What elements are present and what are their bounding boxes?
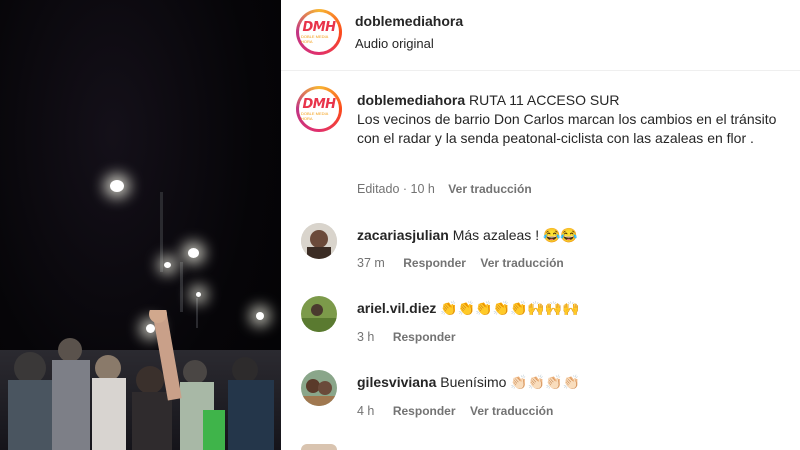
avatar[interactable]: [301, 223, 337, 259]
avatar-image: [301, 370, 337, 406]
comment-time: 37 m: [357, 256, 385, 270]
comment-body: 👏👏👏👏👏🙌🙌🙌: [440, 300, 580, 316]
comment-text: zacariasjulian Más azaleas ! 😂😂: [357, 227, 578, 244]
translate-link[interactable]: Ver traducción: [480, 256, 563, 270]
avatar[interactable]: [301, 296, 337, 332]
logo-text: DMH: [302, 20, 336, 35]
caption-meta: Editado · 10 h Ver traducción: [357, 180, 532, 198]
street-light: [188, 248, 199, 258]
translate-link[interactable]: Ver traducción: [448, 182, 531, 196]
comment-body: Más azaleas ! 😂😂: [452, 227, 578, 243]
reply-button[interactable]: Responder: [393, 330, 456, 344]
caption-title: RUTA 11 ACCESO SUR: [469, 92, 620, 108]
avatar-image: [301, 296, 337, 332]
comment-meta: 4 h Responder Ver traducción: [357, 402, 553, 420]
avatar[interactable]: DMH DOBLE MEDIA HORA: [296, 9, 342, 55]
avatar[interactable]: DMH DOBLE MEDIA HORA: [296, 86, 342, 132]
street-lamp-pole: [180, 262, 183, 312]
audio-label[interactable]: Audio original: [355, 36, 463, 51]
comment-text: gilesviviana Buenísimo 👏🏻👏🏻👏🏻👏🏻: [357, 374, 580, 391]
comment-username[interactable]: ariel.vil.diez: [357, 300, 436, 316]
comment-time: 4 h: [357, 404, 375, 418]
caption-body: Los vecinos de barrio Don Carlos marcan …: [357, 111, 777, 146]
post-panel: DMH DOBLE MEDIA HORA doblemediahora Audi…: [281, 0, 800, 450]
street-light: [196, 292, 201, 297]
comment-text: ariel.vil.diez 👏👏👏👏👏🙌🙌🙌: [357, 300, 580, 317]
dmh-logo: DMH DOBLE MEDIA HORA: [299, 89, 339, 129]
comment-meta: 3 h Responder: [357, 328, 456, 346]
caption-text: doblemediahora RUTA 11 ACCESO SUR Los ve…: [357, 91, 797, 148]
avatar[interactable]: [301, 370, 337, 406]
logo-subtext: DOBLE MEDIA HORA: [301, 34, 329, 44]
comment-username[interactable]: zacariasjulian: [357, 227, 449, 243]
comment-username[interactable]: gilesviviana: [357, 374, 436, 390]
post-header: DMH DOBLE MEDIA HORA doblemediahora Audi…: [281, 0, 800, 71]
reply-button[interactable]: Responder: [393, 404, 456, 418]
avatar[interactable]: [301, 444, 337, 450]
header-username[interactable]: doblemediahora: [355, 13, 463, 29]
edited-time: Editado · 10 h: [357, 182, 435, 196]
street-light: [164, 262, 171, 268]
header-text: doblemediahora Audio original: [355, 13, 463, 51]
caption-username[interactable]: doblemediahora: [357, 92, 465, 108]
crowd-silhouette: [0, 310, 281, 450]
logo-text: DMH: [302, 97, 336, 112]
avatar-image: [301, 223, 337, 259]
reply-button[interactable]: Responder: [403, 256, 466, 270]
comment-meta: 37 m Responder Ver traducción: [357, 254, 564, 272]
dmh-logo: DMH DOBLE MEDIA HORA: [299, 12, 339, 52]
translate-link[interactable]: Ver traducción: [470, 404, 553, 418]
street-light: [110, 180, 124, 192]
video-player[interactable]: [0, 0, 281, 450]
street-lamp-pole: [160, 192, 163, 272]
comment-time: 3 h: [357, 330, 375, 344]
logo-subtext: DOBLE MEDIA HORA: [301, 111, 329, 121]
comment-body: Buenísimo 👏🏻👏🏻👏🏻👏🏻: [440, 374, 581, 390]
